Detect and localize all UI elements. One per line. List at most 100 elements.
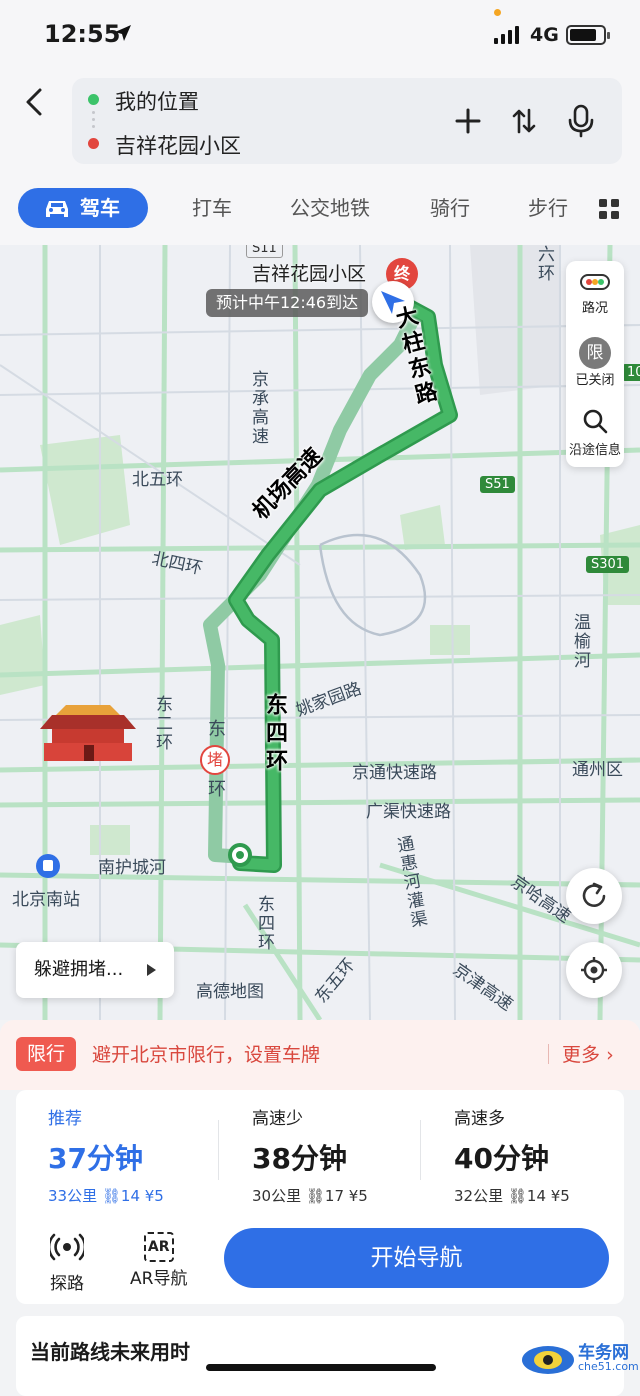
along-route-info-button[interactable]: 沿途信息 [566, 407, 624, 458]
map-label: 高德地图 [196, 982, 264, 1002]
ar-label: AR导航 [130, 1269, 188, 1289]
route-kind: 高速少 [252, 1109, 303, 1129]
map-label: 京通快速路 [352, 763, 437, 783]
traffic-light-icon [580, 274, 610, 290]
car-icon [46, 201, 68, 217]
avoid-congestion-button[interactable]: 躲避拥堵... [16, 942, 174, 998]
map-label: 温榆河 [570, 613, 590, 670]
route-option-more-highways[interactable]: 高速多 40分钟 32公里 ⛓14 ¥5 [454, 1104, 640, 1206]
route-detail: 32公里 ⛓14 ¥5 [454, 1187, 570, 1205]
route-kind: 推荐 [48, 1109, 82, 1129]
map-label: 京承高速 [248, 370, 268, 446]
more-modes-grid-icon[interactable] [598, 198, 620, 220]
congestion-marker[interactable]: 堵 [200, 745, 230, 775]
search-icon [583, 409, 608, 434]
tab-drive[interactable]: 驾车 [18, 188, 148, 228]
divider [420, 1120, 421, 1180]
swap-icon [512, 108, 536, 134]
road-shield: S301 [586, 556, 630, 573]
radar-icon [47, 1233, 87, 1261]
connector-dot [92, 125, 95, 128]
play-triangle-icon [147, 964, 156, 976]
status-bar: 12:55 4G [0, 0, 640, 70]
map-label: 南护城河 [98, 858, 166, 878]
destination-dot [88, 138, 99, 149]
location-arrow-icon [115, 25, 131, 41]
route-option-fewer-highways[interactable]: 高速少 38分钟 30公里 ⛓17 ¥5 [252, 1104, 442, 1206]
route-detail: 33公里 ⛓14 ¥5 [48, 1187, 164, 1205]
watermark-site: che51.com [578, 1360, 639, 1373]
locate-me-button[interactable] [566, 942, 622, 998]
destination-input[interactable]: 吉祥花园小区 [115, 130, 241, 160]
restriction-tag: 限行 [16, 1037, 76, 1071]
explore-route-button[interactable]: 探路 [47, 1230, 87, 1294]
chevron-right-icon: › [606, 1044, 614, 1066]
refresh-route-button[interactable] [566, 868, 622, 924]
more-label: 更多 [562, 1044, 601, 1066]
map-label: 东二环 [152, 695, 172, 752]
tab-drive-label: 驾车 [80, 196, 120, 220]
start-navigation-button[interactable]: 开始导航 [224, 1228, 609, 1288]
tab-walk[interactable]: 步行 [528, 188, 572, 228]
travel-mode-tabs: 驾车 打车 公交地铁 骑行 步行 [0, 188, 640, 232]
network-type: 4G [530, 24, 559, 46]
route-detail: 30公里 ⛓17 ¥5 [252, 1187, 368, 1205]
route-map[interactable]: 吉祥花园小区 终 预计中午12:46到达 机场高速 大柱东路 东四环 京承高速 … [0, 245, 640, 1020]
along-route-label: 沿途信息 [568, 443, 621, 458]
road-shield: S11 [246, 245, 283, 258]
destination-map-label: 吉祥花园小区 [252, 263, 367, 285]
ar-navigation-button[interactable]: AR AR导航 [130, 1230, 187, 1289]
tab-taxi[interactable]: 打车 [192, 188, 232, 228]
divider [548, 1044, 549, 1064]
avoid-congestion-label: 躲避拥堵... [34, 959, 124, 980]
route-label-east-4th-ring: 东四环 [262, 693, 287, 777]
map-label: 北京南站 [12, 890, 80, 910]
home-indicator[interactable] [206, 1364, 436, 1371]
watermark: 车务网 che51.com [520, 1336, 639, 1380]
swap-button[interactable] [504, 101, 544, 141]
future-time-title: 当前路线未来用时 [30, 1340, 190, 1364]
route-search-header: 我的位置 吉祥花园小区 驾车 打车 公交地铁 骑行 步行 [0, 70, 640, 245]
route-inputs: 我的位置 吉祥花园小区 [72, 78, 622, 164]
restriction-status-label: 已关闭 [575, 373, 615, 388]
connector-dot [92, 111, 95, 114]
refresh-icon [582, 882, 606, 907]
add-waypoint-button[interactable] [448, 101, 488, 141]
origin-input[interactable]: 我的位置 [115, 86, 199, 116]
road-shield: S51 [480, 476, 515, 493]
map-tools-panel: 路况 限 已关闭 沿途信息 [566, 261, 624, 467]
restriction-message[interactable]: 避开北京市限行，设置车牌 [92, 1040, 320, 1067]
divider [218, 1120, 219, 1180]
restriction-icon: 限 [579, 337, 611, 369]
tab-transit[interactable]: 公交地铁 [290, 188, 370, 228]
back-arrow-icon[interactable] [22, 87, 48, 117]
train-station-icon [36, 854, 60, 878]
restriction-bar[interactable]: 限行 避开北京市限行，设置车牌 更多 › [0, 1020, 640, 1090]
crosshair-icon [581, 957, 607, 983]
explore-label: 探路 [50, 1274, 84, 1294]
plus-icon [455, 108, 481, 134]
map-label: 六环 [534, 245, 554, 283]
landmark-icon [40, 705, 136, 761]
battery-icon [566, 25, 610, 45]
restriction-toggle[interactable]: 限 已关闭 [566, 337, 624, 388]
route-kind: 高速多 [454, 1109, 505, 1129]
cellular-signal-icon [494, 26, 519, 44]
status-time: 12:55 [44, 20, 121, 48]
voice-input-button[interactable] [561, 101, 601, 141]
eta-bubble: 预计中午12:46到达 [206, 289, 369, 317]
restriction-more-link[interactable]: 更多 › [562, 1040, 614, 1067]
tab-bike[interactable]: 骑行 [430, 188, 470, 228]
connector-dot [92, 118, 95, 121]
traffic-toggle[interactable]: 路况 [566, 271, 624, 316]
traffic-label: 路况 [581, 301, 608, 316]
origin-dot [88, 94, 99, 105]
map-label: 东四环 [254, 895, 274, 952]
route-duration: 37分钟 [48, 1142, 143, 1175]
route-option-recommended[interactable]: 推荐 37分钟 33公里 ⛓14 ¥5 [48, 1104, 238, 1206]
map-label: 通州区 [572, 760, 623, 780]
watermark-logo-icon [522, 1346, 574, 1374]
privacy-indicator-dot [494, 9, 501, 16]
map-label: 北五环 [132, 470, 183, 490]
road-shield: 101 [622, 364, 640, 381]
